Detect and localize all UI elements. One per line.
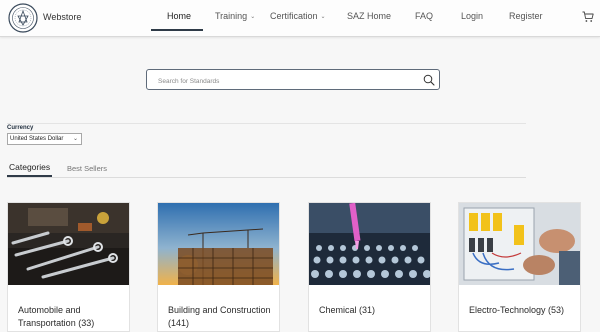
brand-name[interactable]: Webstore [43,12,81,22]
tab-best-sellers[interactable]: Best Sellers [67,164,107,173]
nav-certification[interactable]: Certification ⌄ [270,11,326,21]
nav-certification-label: Certification [270,11,318,21]
active-tab-indicator [7,175,52,177]
electrician-wiring-panel-image [459,203,580,285]
top-navbar: Webstore Home Training ⌄ Certification ⌄ S… [0,0,600,37]
active-nav-indicator [151,29,203,31]
tools-on-engine-image [8,203,129,285]
tab-categories[interactable]: Categories [9,162,50,172]
category-title[interactable]: Electro-Technology (53) [469,304,574,317]
category-image [158,203,279,285]
nav-faq[interactable]: FAQ [415,11,433,21]
currency-select[interactable]: United States Dollar ⌄ [7,133,82,145]
category-card-building[interactable]: Building and Construction (141) [157,202,280,332]
category-title[interactable]: Building and Construction (141) [168,304,273,329]
category-image [8,203,129,285]
chevron-down-icon: ⌄ [72,136,78,142]
construction-site-crane-image [158,203,279,285]
tab-divider [7,177,526,178]
nav-training-label: Training [215,11,248,21]
search-icon[interactable] [423,74,435,86]
category-card-electro-technology[interactable]: Electro-Technology (53) [458,202,581,332]
category-card-chemical[interactable]: Chemical (31) [308,202,431,332]
category-card-automobile[interactable]: Automobile and Transportation (33) [7,202,130,332]
cart-icon[interactable] [582,11,594,23]
chevron-down-icon: ⌄ [320,14,326,20]
nav-training[interactable]: Training ⌄ [215,11,255,21]
seal-logo-icon[interactable] [8,3,38,33]
chevron-down-icon: ⌄ [250,14,256,20]
category-image [309,203,430,285]
category-image [459,203,580,285]
currency-label: Currency [7,125,34,131]
lab-pipette-tray-image [309,203,430,285]
search-bar [146,69,440,90]
nav-saz-home[interactable]: SAZ Home [347,11,391,21]
nav-login[interactable]: Login [461,11,483,21]
section-divider [7,123,526,124]
search-input[interactable] [156,73,410,89]
nav-register[interactable]: Register [509,11,543,21]
nav-home[interactable]: Home [167,11,191,21]
category-title[interactable]: Chemical (31) [319,304,424,317]
currency-selected-value: United States Dollar [10,136,64,142]
category-title[interactable]: Automobile and Transportation (33) [18,304,123,329]
